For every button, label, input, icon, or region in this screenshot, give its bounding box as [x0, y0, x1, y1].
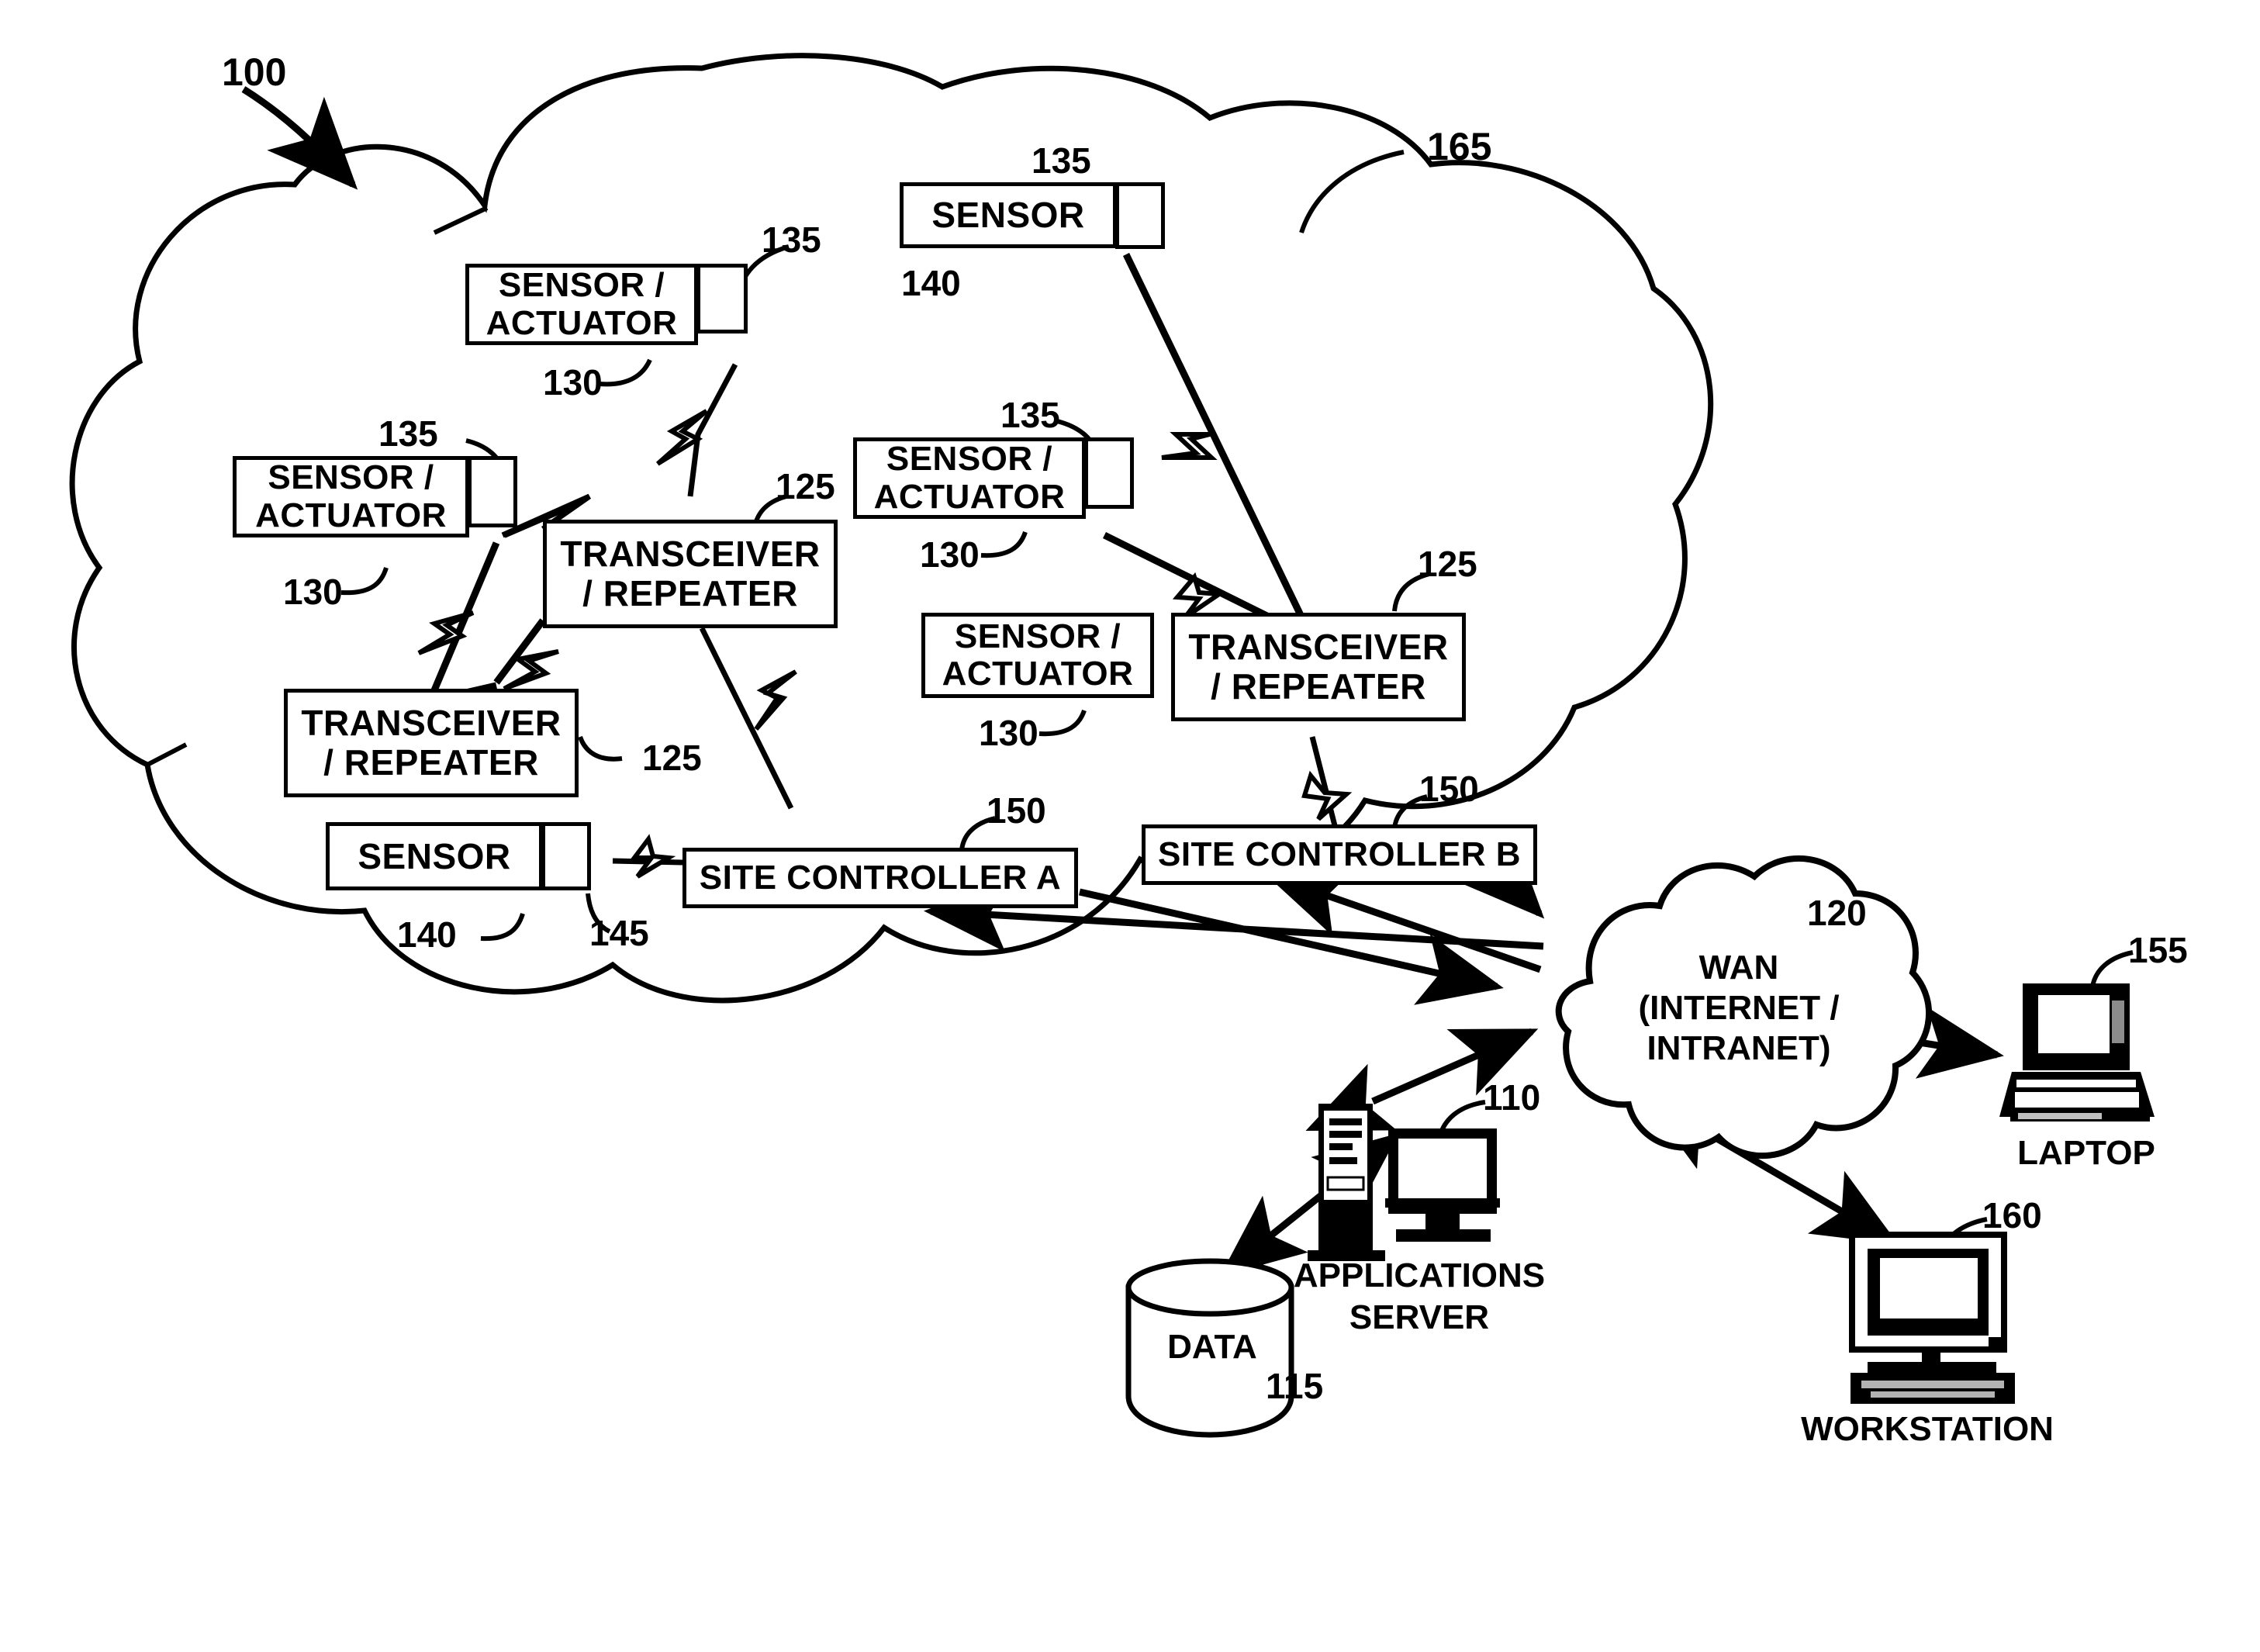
node-site-controller-a[interactable]: SITE CONTROLLER A [682, 848, 1078, 908]
ref-135-top: 135 [762, 219, 821, 260]
workstation-caption: WORKSTATION [1801, 1410, 2054, 1448]
wireless-link-transceiver-to-site-a [699, 627, 797, 810]
laptop-caption: LAPTOP [2017, 1134, 2155, 1172]
ref-130-top: 130 [543, 362, 603, 403]
ref-115-data: 115 [1266, 1366, 1324, 1406]
wireless-link-sensor-to-site-a [612, 834, 683, 879]
ref-125-left: 125 [776, 466, 835, 506]
applications-server-caption: APPLICATIONS SERVER [1272, 1255, 1567, 1338]
node-label-line1: SENSOR [931, 195, 1085, 236]
applications-server-icon [1308, 1104, 1500, 1261]
node-label-line1: TRANSCEIVER [1188, 627, 1449, 668]
wan-cloud-label: WAN (INTERNET / INTRANET) [1576, 948, 1902, 1069]
node-label-line1: SENSOR / [886, 440, 1053, 479]
wireless-link-sensor-top-to-right-transceiver [1122, 253, 1315, 638]
node-transceiver-lower-left[interactable]: TRANSCEIVER / REPEATER [284, 689, 579, 797]
node-label-line1: SENSOR / [954, 617, 1121, 655]
antenna-module-icon[interactable] [541, 822, 591, 890]
ref-135-left: 135 [378, 413, 438, 454]
node-label-line2: ACTUATOR [255, 496, 447, 534]
ref-165-site-cloud: 165 [1427, 125, 1492, 168]
figure-canvas: SENSOR / ACTUATOR 135 130 SENSOR / ACTUA… [0, 0, 2260, 1652]
server-label-line2: SERVER [1349, 1298, 1490, 1336]
antenna-module-icon[interactable] [1115, 182, 1165, 249]
wan-label-line1: WAN [1698, 949, 1779, 987]
data-store-label: DATA [1167, 1328, 1257, 1366]
ref-125-right: 125 [1418, 544, 1477, 584]
node-sensor-actuator-top[interactable]: SENSOR / ACTUATOR [465, 264, 698, 345]
ref-145-sensor-module: 145 [589, 913, 649, 953]
node-label-line2: ACTUATOR [486, 303, 678, 342]
workstation-icon [1849, 1232, 2015, 1404]
antenna-module-icon[interactable] [468, 456, 517, 527]
ref-155-laptop: 155 [2128, 930, 2188, 970]
leader-130-top [599, 358, 652, 387]
antenna-module-icon[interactable] [696, 264, 748, 334]
wan-label-line2: (INTERNET / [1638, 988, 1840, 1027]
wireless-link-sa-left-to-lower-transceiver [417, 541, 500, 692]
node-site-controller-b[interactable]: SITE CONTROLLER B [1142, 824, 1537, 885]
node-sensor-bottom[interactable]: SENSOR [326, 822, 543, 890]
node-sensor-top[interactable]: SENSOR [900, 182, 1117, 248]
leader-130-lowmid [1038, 709, 1087, 737]
link-wan-to-site-b [1265, 867, 1542, 973]
node-label-line1: SENSOR [358, 835, 511, 876]
node-sensor-actuator-lower-mid[interactable]: SENSOR / ACTUATOR [921, 613, 1154, 698]
ref-130-left: 130 [283, 572, 343, 612]
ref-110-server: 110 [1483, 1077, 1541, 1118]
ref-135-sensor-top: 135 [1032, 140, 1091, 181]
wireless-link-sa-top-to-transceiver [656, 363, 738, 497]
leader-140-bottom [480, 913, 525, 942]
node-label-line2: ACTUATOR [873, 477, 1066, 516]
leader-130-mid [980, 531, 1028, 558]
node-label-line1: SENSOR / [498, 266, 665, 305]
ref-135-mid: 135 [1000, 395, 1060, 435]
ref-100-system: 100 [222, 50, 287, 94]
node-label-line2: ACTUATOR [942, 655, 1134, 693]
node-label: SITE CONTROLLER B [1157, 835, 1522, 873]
wan-label-line3: INTRANET) [1647, 1028, 1831, 1067]
node-label-line1: TRANSCEIVER [301, 703, 562, 744]
leader-165 [1299, 150, 1405, 233]
server-label-line1: APPLICATIONS [1293, 1256, 1546, 1294]
laptop-icon [1999, 983, 2155, 1121]
ref-150-b: 150 [1419, 769, 1479, 809]
ref-150-a: 150 [987, 790, 1046, 831]
ref-130-lower-mid: 130 [979, 713, 1038, 753]
node-label: SITE CONTROLLER A [699, 858, 1062, 897]
node-label-line2: / REPEATER [1211, 666, 1426, 707]
node-label-line1: TRANSCEIVER [560, 534, 821, 575]
node-transceiver-right[interactable]: TRANSCEIVER / REPEATER [1171, 613, 1466, 721]
ref-160-workstation: 160 [1982, 1195, 2042, 1236]
leader-125-lowleft [578, 735, 623, 762]
leader-130-left [340, 567, 389, 596]
leader-100-arrow [241, 86, 358, 190]
antenna-module-icon[interactable] [1084, 437, 1134, 509]
ref-140-sensor-top: 140 [901, 263, 961, 303]
node-label-line2: / REPEATER [582, 573, 798, 613]
ref-125-lower-left: 125 [642, 738, 702, 778]
ref-130-mid: 130 [920, 534, 980, 575]
node-sensor-actuator-left[interactable]: SENSOR / ACTUATOR [233, 456, 469, 537]
leader-155 [2090, 950, 2134, 987]
ref-140-sensor-bottom: 140 [397, 914, 457, 955]
node-label-line1: SENSOR / [268, 458, 434, 497]
node-sensor-actuator-mid[interactable]: SENSOR / ACTUATOR [853, 437, 1086, 519]
node-transceiver-left[interactable]: TRANSCEIVER / REPEATER [543, 520, 838, 628]
ref-120-wan: 120 [1807, 893, 1867, 933]
node-label-line2: / REPEATER [323, 742, 539, 783]
